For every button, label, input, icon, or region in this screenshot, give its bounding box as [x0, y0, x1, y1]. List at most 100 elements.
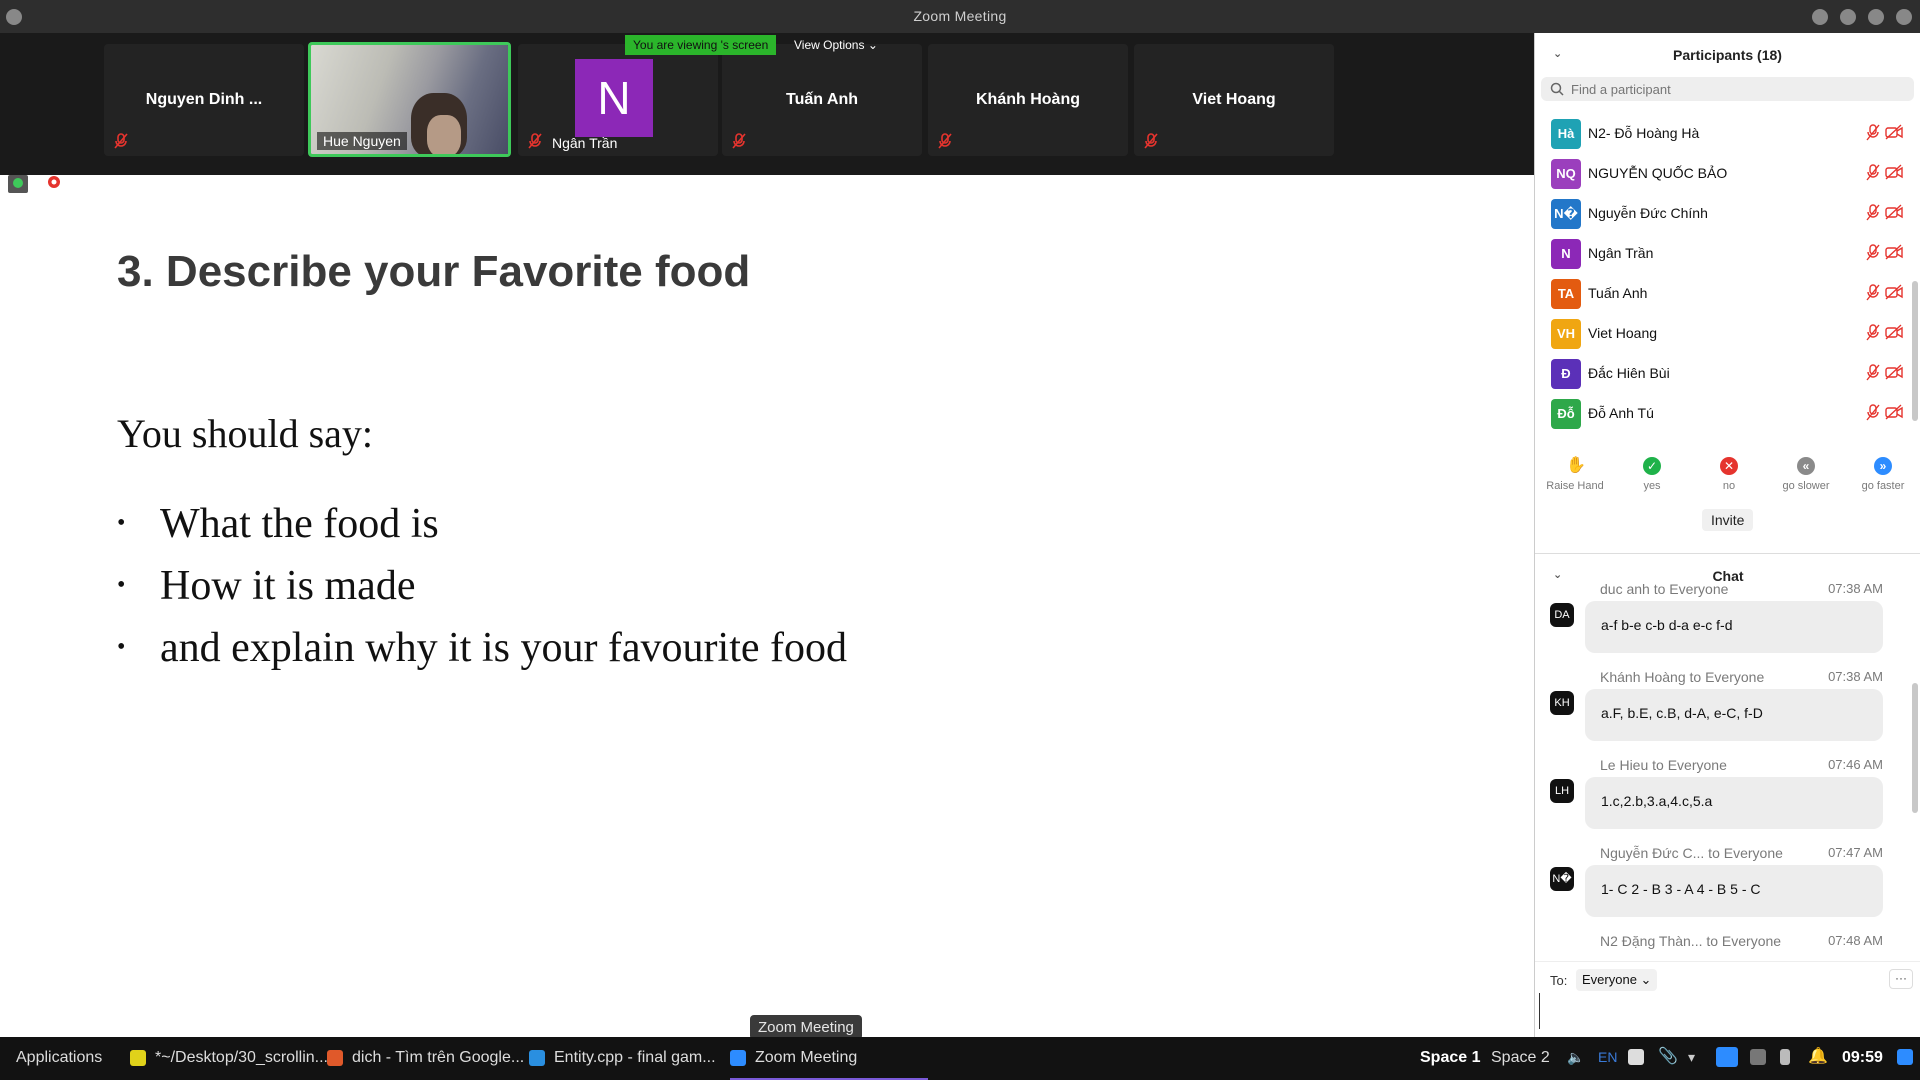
video-tile[interactable]: Tuấn Anh — [722, 44, 922, 156]
chat-input[interactable] — [1539, 993, 1913, 1029]
participant-name: Viet Hoang — [1192, 91, 1276, 108]
participant-row[interactable]: NQ NGUYỄN QUỐC BẢO — [1535, 153, 1907, 193]
workspace-2[interactable]: Space 2 — [1491, 1049, 1550, 1067]
reaction-label: no — [1722, 480, 1736, 492]
x-icon: ✕ — [1720, 457, 1738, 475]
bluetooth-icon[interactable] — [1750, 1049, 1766, 1065]
participant-row[interactable]: VH Viet Hoang — [1535, 313, 1907, 353]
muted-mic-icon[interactable] — [1865, 284, 1881, 302]
zoom-app: Zoom Meeting Nguyen Dinh ... Hue Nguyen … — [0, 0, 1920, 1080]
chat-scrollbar[interactable] — [1912, 683, 1918, 813]
participant-row[interactable]: TA Tuấn Anh — [1535, 273, 1907, 313]
applications-menu[interactable]: Applications — [16, 1049, 102, 1067]
participant-row[interactable]: N Ngân Trần — [1535, 233, 1907, 273]
video-off-icon[interactable] — [1885, 404, 1903, 420]
video-off-icon[interactable] — [1885, 124, 1903, 140]
avatar: NQ — [1551, 159, 1581, 189]
video-off-icon[interactable] — [1885, 244, 1903, 260]
list-item: • and explain why it is your favourite fo… — [117, 625, 848, 671]
zoom-tray-icon[interactable] — [1716, 1047, 1738, 1067]
kde-connect-icon[interactable] — [1628, 1049, 1644, 1065]
more-options-button[interactable]: ··· — [1889, 969, 1913, 989]
check-icon: ✓ — [1643, 457, 1661, 475]
message-bubble: 1.c,2.b,3.a,4.c,5.a — [1585, 777, 1883, 829]
reactions-bar: ✋ Raise Hand ✓ yes ✕ no « go slower » go faster — [1535, 455, 1920, 505]
participant-name: Ngân Trần — [1588, 245, 1654, 261]
task-item[interactable]: Zoom Meeting — [755, 1049, 857, 1067]
search-input[interactable] — [1571, 79, 1901, 99]
message-time: 07:48 AM — [1828, 933, 1883, 948]
active-speaker-tile[interactable]: Hue Nguyen — [308, 42, 511, 157]
chat-message: DA duc anh to Everyone 07:38 AM a-f b-e c-b… — [1535, 581, 1920, 669]
clipboard-icon[interactable]: 📎 — [1658, 1049, 1678, 1065]
workspace-1[interactable]: Space 1 — [1420, 1049, 1480, 1067]
video-tile[interactable]: Khánh Hoàng — [928, 44, 1128, 156]
participant-row[interactable]: N� Nguyễn Đức Chính — [1535, 193, 1907, 233]
reaction-yes-button[interactable]: ✓ yes — [1614, 455, 1690, 492]
title-bar: Zoom Meeting — [0, 0, 1920, 33]
video-tile[interactable]: N Ngân Trần — [518, 44, 718, 156]
video-off-icon[interactable] — [1885, 364, 1903, 380]
muted-mic-icon[interactable] — [1865, 364, 1881, 382]
participants-title: Participants (18) — [1673, 47, 1782, 63]
participant-search[interactable] — [1541, 77, 1914, 101]
message-bubble: a-f b-e c-b d-a e-c f-d — [1585, 601, 1883, 653]
video-off-icon[interactable] — [1885, 324, 1903, 340]
muted-mic-icon[interactable] — [1865, 164, 1881, 182]
chat-recipient-row: To: Everyone ⌄ ··· — [1535, 961, 1920, 991]
reaction-go-slower-button[interactable]: « go slower — [1768, 455, 1844, 492]
muted-mic-icon[interactable] — [1865, 324, 1881, 342]
participant-row[interactable]: Hà N2- Đỗ Hoàng Hà — [1535, 113, 1907, 153]
recipient-select[interactable]: Everyone ⌄ — [1576, 969, 1658, 991]
task-app-icon — [730, 1050, 746, 1066]
task-item[interactable]: Entity.cpp - final gam... — [554, 1049, 716, 1067]
muted-mic-icon[interactable] — [1865, 404, 1881, 422]
video-tile[interactable]: Nguyen Dinh ... — [104, 44, 304, 156]
video-off-icon[interactable] — [1885, 204, 1903, 220]
maximize-icon[interactable] — [1840, 9, 1856, 25]
message-sender: duc anh to Everyone — [1600, 581, 1729, 597]
message-bubble: 1- C 2 - B 3 - A 4 - B 5 - C — [1585, 865, 1883, 917]
video-off-icon[interactable] — [1885, 284, 1903, 300]
fullscreen-icon[interactable] — [1868, 9, 1884, 25]
video-tile[interactable]: Viet Hoang — [1134, 44, 1334, 156]
reaction-raise-hand-button[interactable]: ✋ Raise Hand — [1537, 455, 1613, 492]
task-item[interactable]: dich - Tìm trên Google... — [352, 1049, 524, 1067]
side-panel: ⌄ Participants (18) HàN2- Đỗ Hoàng HàNQN… — [1534, 33, 1920, 1037]
list-item: • What the food is — [117, 501, 439, 547]
to-label: To: — [1550, 973, 1568, 988]
participant-name: Khánh Hoàng — [976, 91, 1080, 108]
muted-mic-icon[interactable] — [1865, 204, 1881, 222]
task-item[interactable]: *~/Desktop/30_scrollin... — [155, 1049, 328, 1067]
participant-row[interactable]: Đ Đắc Hiên Bùi — [1535, 353, 1907, 393]
minimize-icon[interactable] — [1812, 9, 1828, 25]
collapse-chevron-icon[interactable]: ⌄ — [1553, 47, 1562, 60]
view-options-button[interactable]: View Options ⌄ — [790, 35, 882, 55]
message-sender: Le Hieu to Everyone — [1600, 757, 1727, 773]
reaction-label: go slower — [1782, 480, 1830, 492]
avatar: VH — [1551, 319, 1581, 349]
reaction-go-faster-button[interactable]: » go faster — [1845, 455, 1920, 492]
participant-name: Hue Nguyen — [317, 132, 407, 150]
reaction-no-button[interactable]: ✕ no — [1691, 455, 1767, 492]
muted-mic-icon[interactable] — [1865, 244, 1881, 262]
screen-icon[interactable] — [1897, 1049, 1913, 1065]
wifi-icon[interactable]: ▾ — [1688, 1049, 1704, 1065]
notifications-icon[interactable]: 🔔 — [1808, 1049, 1828, 1065]
avatar: DA — [1550, 603, 1574, 627]
participants-scrollbar[interactable] — [1912, 281, 1918, 421]
invite-button[interactable]: Invite — [1702, 509, 1754, 531]
avatar: N — [1551, 239, 1581, 269]
taskbar: Applications *~/Desktop/30_scrollin... di… — [0, 1037, 1920, 1080]
battery-icon[interactable] — [1780, 1049, 1790, 1065]
video-off-icon[interactable] — [1885, 164, 1903, 180]
chat-message: N� Nguyễn Đức C... to Everyone 07:47 AM 1- … — [1535, 845, 1920, 933]
volume-icon[interactable]: 🔈 — [1567, 1049, 1584, 1065]
view-options-label: View Options — [794, 38, 865, 52]
input-language[interactable]: EN — [1598, 1049, 1617, 1065]
participant-row[interactable]: Đỗ Đỗ Anh Tú — [1535, 393, 1907, 433]
collapse-chevron-icon[interactable]: ⌄ — [1553, 568, 1562, 581]
close-icon[interactable] — [1896, 9, 1912, 25]
muted-mic-icon[interactable] — [1865, 124, 1881, 142]
avatar: Hà — [1551, 119, 1581, 149]
